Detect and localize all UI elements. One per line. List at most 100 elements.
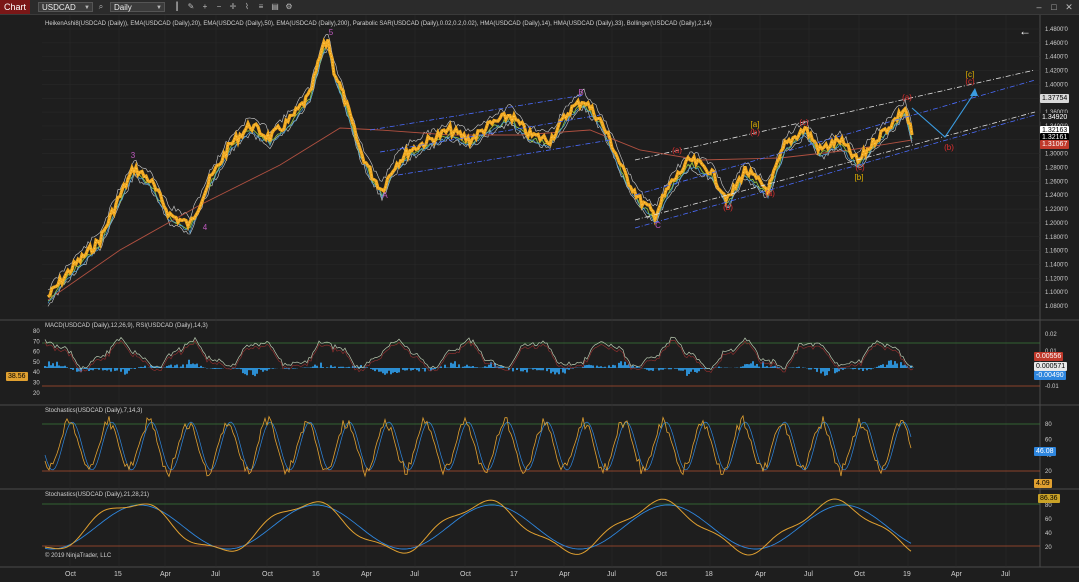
wave-label: 3	[131, 151, 136, 160]
price-marker: 1.31067	[1040, 140, 1070, 149]
stoch1-marker: 46.08	[1034, 447, 1056, 456]
strategies-icon[interactable]: ≡	[256, 2, 266, 12]
time-axis-label: Oct	[656, 571, 667, 578]
time-axis-label: Apr	[559, 571, 570, 578]
bollinger-lower	[47, 47, 913, 307]
stoch1-axis-label: 80	[1045, 422, 1052, 428]
axis-labels: 1.4800'0 1.4600'0 1.4400'0 1.4200'0 1.4000'0…	[33, 27, 1068, 551]
crosshair-icon[interactable]: ✛	[228, 2, 238, 12]
stoch2-marker: 86.36	[1038, 494, 1060, 503]
wave-label: (c)	[855, 163, 865, 172]
stoch1-axis-label: 60	[1045, 438, 1052, 444]
macd-marker: 0.000571	[1034, 362, 1068, 371]
wave-label: (b)	[723, 203, 733, 212]
time-axis-label: 19	[903, 571, 911, 578]
rsi-axis-label: 40	[33, 370, 40, 376]
price-axis-label: 1.1200'0	[1045, 276, 1068, 282]
stoch2-axis-label: 20	[1045, 545, 1052, 551]
rsi-axis-label: 20	[33, 391, 40, 397]
stochastics-fast-series	[42, 414, 1040, 478]
wave-label: (c)	[799, 118, 809, 127]
projection-arrowhead	[970, 88, 978, 96]
ema20-line	[47, 44, 913, 302]
price-axis-label: 1.3000'0	[1045, 152, 1068, 158]
macd-rsi-series	[42, 336, 1040, 387]
instrument-selector[interactable]: USDCAD ▼	[38, 2, 93, 12]
price-axis-label: 1.4800'0	[1045, 27, 1068, 33]
macd-panel-label: MACD(USDCAD (Daily),12,26,9), RSI(USDCAD…	[45, 323, 208, 329]
gridlines	[42, 15, 1040, 567]
properties-icon[interactable]: ▤	[270, 2, 280, 12]
price-axis-label: 1.1400'0	[1045, 262, 1068, 268]
wave-label: A	[382, 191, 388, 200]
stoch2-d-line	[44, 504, 912, 550]
wave-label: (b)	[750, 128, 760, 137]
price-axis-label: 1.2000'0	[1045, 221, 1068, 227]
channel-line[interactable]	[369, 94, 585, 131]
time-axis-label: Apr	[160, 571, 171, 578]
drawing-tools-icon[interactable]: ✎	[186, 2, 196, 12]
rsi-axis-label: 30	[33, 381, 40, 387]
settings-icon[interactable]: ⚙	[284, 2, 294, 12]
price-axis-label: 1.2800'0	[1045, 166, 1068, 172]
price-marker: 1.37754	[1040, 94, 1070, 103]
zoom-in-icon[interactable]: +	[200, 2, 210, 12]
interval-value: Daily	[114, 3, 132, 12]
price-axis-label: 1.4600'0	[1045, 41, 1068, 47]
rsi-axis-label: 50	[33, 360, 40, 366]
search-icon[interactable]: ⌕	[96, 2, 106, 12]
price-axis-label: 1.1800'0	[1045, 235, 1068, 241]
stoch2-axis-label: 40	[1045, 531, 1052, 537]
macd-marker: -0.00490	[1034, 371, 1066, 380]
wave-label: C	[655, 221, 661, 230]
minimize-icon[interactable]: –	[1033, 1, 1045, 13]
channel-line[interactable]	[634, 114, 1036, 229]
wave-label: (b)	[944, 143, 954, 152]
wave-label: (a)	[672, 146, 682, 155]
time-axis-label: Apr	[361, 571, 372, 578]
projection-path[interactable]	[911, 91, 976, 138]
time-axis-label: Oct	[65, 571, 76, 578]
chevron-down-icon: ▼	[84, 5, 90, 11]
elliott-channels	[369, 69, 1036, 229]
price-axis-label: 1.2600'0	[1045, 179, 1068, 185]
rsi-axis-label: 80	[33, 329, 40, 335]
wave-label: (c)	[965, 77, 975, 86]
indicators-icon[interactable]: ⌇	[242, 2, 252, 12]
macd-histogram	[44, 359, 914, 377]
maximize-icon[interactable]: □	[1048, 1, 1060, 13]
back-arrow-icon[interactable]: ←	[1019, 24, 1031, 38]
heiken-ashi-candles	[46, 37, 914, 299]
zoom-out-icon[interactable]: −	[214, 2, 224, 12]
wave-label: [b]	[855, 173, 864, 182]
bar-style-icon[interactable]: ┃	[172, 2, 182, 12]
wave-label: B	[578, 88, 583, 97]
wave-label: 4	[203, 223, 208, 232]
time-axis-label: 18	[705, 571, 713, 578]
stoch2-panel-label: Stochastics(USDCAD (Daily),21,28,21)	[45, 492, 150, 498]
time-axis-label: Apr	[755, 571, 766, 578]
price-axis-label: 1.2200'0	[1045, 207, 1068, 213]
time-axis-label: 17	[510, 571, 518, 578]
time-axis-label: Oct	[460, 571, 471, 578]
copyright-notice: © 2019 NinjaTrader, LLC	[45, 553, 112, 559]
chart-tab[interactable]: Chart	[0, 0, 30, 14]
time-axis-label: Oct	[262, 571, 273, 578]
bollinger-upper	[47, 34, 913, 291]
stoch1-panel-label: Stochastics(USDCAD (Daily),7,14,3)	[45, 408, 143, 414]
interval-selector[interactable]: Daily ▼	[110, 2, 165, 12]
time-axis-label: Jul	[1001, 571, 1010, 578]
chart-canvas[interactable]: 345ABC(a)(b)(a)(b)(c)[a](c)[b](a)(b)[c](…	[0, 15, 1079, 582]
price-axis-label: 1.1600'0	[1045, 249, 1068, 255]
rsi-axis-label: 60	[33, 350, 40, 356]
chart-toolbar: Chart USDCAD ▼ ⌕ Daily ▼ ┃ ✎ + − ✛ ⌇ ≡ ▤…	[0, 0, 1079, 15]
price-panel-label: HeikenAshi8(USDCAD (Daily)), EMA(USDCAD …	[45, 21, 712, 27]
time-axis-label: Apr	[951, 571, 962, 578]
stoch1-d-line	[44, 421, 912, 471]
price-axis-label: 1.4000'0	[1045, 82, 1068, 88]
time-axis-label: Jul	[410, 571, 419, 578]
price-marker: 1.34920	[1040, 113, 1070, 122]
wave-label: (a)	[902, 93, 912, 102]
close-icon[interactable]: ✕	[1063, 1, 1075, 13]
macd-axis-label: 0.02	[1045, 332, 1057, 338]
